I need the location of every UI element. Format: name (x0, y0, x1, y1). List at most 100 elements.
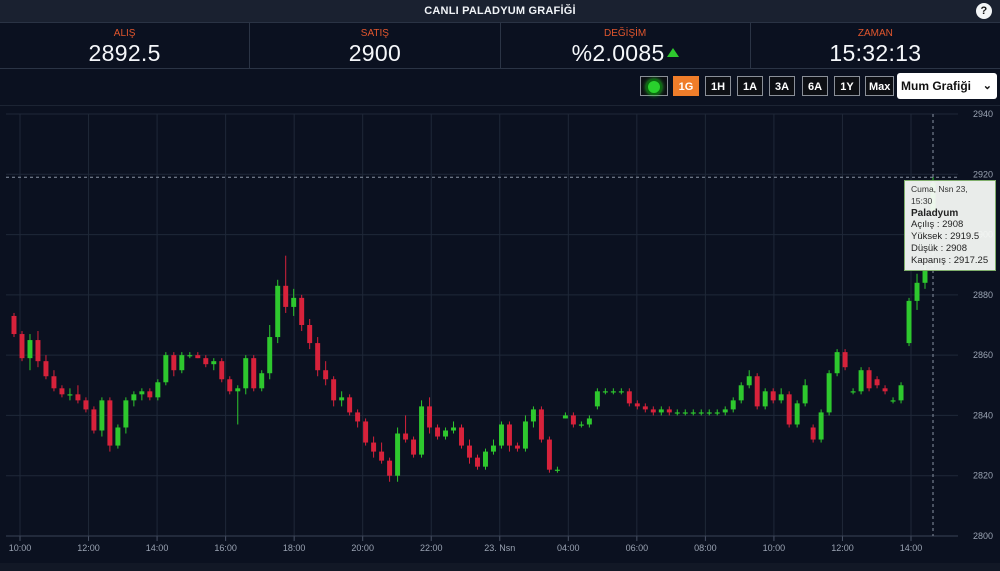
candle-body (443, 430, 449, 437)
candle-body (714, 412, 720, 414)
candle-body (538, 409, 544, 440)
candle-body (203, 358, 209, 365)
candle-body (227, 379, 233, 392)
candle-body (906, 300, 912, 344)
x-tick-label: 18:00 (283, 543, 306, 553)
candle-body (459, 427, 464, 446)
stat-ask-value: 2900 (348, 40, 402, 66)
candle-body (554, 469, 560, 471)
candle-body (323, 370, 329, 380)
candle-body (666, 409, 672, 413)
range-button-3a[interactable]: 3A (769, 76, 795, 96)
candle-body (762, 391, 768, 407)
candle-body (211, 361, 217, 365)
stat-bid-label: ALIŞ (113, 28, 136, 39)
candle-body (299, 297, 305, 325)
candle-body (91, 409, 97, 431)
candle-body (75, 394, 81, 401)
chevron-down-icon: ⌄ (982, 80, 992, 92)
candle-body (291, 297, 297, 307)
x-tick-label: 23. Nsn (484, 543, 515, 553)
candle-body (522, 421, 528, 449)
tooltip-date: Cuma, Nsn 23, 15:30 (911, 184, 968, 206)
candle-body (387, 460, 393, 476)
x-tick-label: 12:00 (831, 543, 854, 553)
candle-body (19, 334, 25, 359)
candle-body (650, 409, 656, 413)
candle-body (67, 394, 73, 396)
candle-body (467, 445, 472, 458)
live-button[interactable] (640, 76, 668, 96)
candle-body (267, 337, 273, 374)
candlestick-chart[interactable]: 28002820284028602880290029202940 10:0012… (0, 106, 1000, 563)
title-bar: CANLI PALADYUM GRAFİĞİ ? (0, 0, 1000, 23)
y-tick-label: 2800 (973, 531, 993, 541)
candle-body (922, 270, 928, 283)
candle-body (379, 451, 385, 461)
candle-body (451, 427, 456, 431)
candle-body (243, 358, 249, 389)
stat-change-label: DEĞİŞİM (604, 28, 647, 39)
candle-body (642, 406, 648, 410)
candle-body (27, 340, 33, 359)
candle-body (530, 409, 536, 422)
candle-body (730, 400, 736, 410)
range-button-1h[interactable]: 1H (705, 76, 731, 96)
candle-body (155, 382, 161, 398)
chart-tooltip: Cuma, Nsn 23, 15:30 Paladyum Açılış : 29… (904, 180, 996, 271)
candle-body (115, 427, 121, 446)
candle-body (514, 445, 520, 449)
candle-body (347, 397, 353, 413)
bottom-tabs-strip (0, 563, 1000, 571)
candle-body (722, 409, 728, 413)
candle-body (427, 406, 433, 428)
stat-bid-value: 2892.5 (88, 40, 161, 66)
candle-body (610, 391, 616, 393)
candle-body (315, 343, 321, 371)
candle-body (850, 391, 856, 393)
range-button-1g[interactable]: 1G (673, 76, 699, 96)
candle-body (698, 412, 704, 414)
candle-body (59, 388, 65, 395)
x-tick-label: 08:00 (694, 543, 717, 553)
x-tick-label: 10:00 (9, 543, 32, 553)
candle-body (858, 370, 864, 392)
range-button-1y[interactable]: 1Y (834, 76, 860, 96)
tooltip-series-name: Paladyum (911, 207, 959, 219)
y-tick-label: 2940 (973, 109, 993, 119)
page-title: CANLI PALADYUM GRAFİĞİ (424, 5, 576, 17)
candle-body (498, 424, 504, 446)
stat-time-label: ZAMAN (857, 28, 893, 39)
y-tick-label: 2820 (973, 471, 993, 481)
range-button-1a[interactable]: 1A (737, 76, 763, 96)
stat-bid: ALIŞ 2892.5 (0, 23, 251, 68)
candle-body (403, 433, 409, 440)
crosshair (6, 114, 958, 536)
candle-body (179, 355, 185, 371)
stat-ask: SATIŞ 2900 (250, 23, 501, 68)
candle-body (802, 385, 808, 404)
candle-body (618, 391, 624, 393)
candle-body (898, 385, 904, 401)
candle-body (746, 376, 752, 386)
candle-body (283, 285, 289, 307)
y-tick-label: 2860 (973, 350, 993, 360)
candle-body (602, 391, 608, 393)
candle-body (842, 352, 848, 368)
candle-body (890, 400, 896, 402)
chart-type-select[interactable]: Mum Grafiği ⌄ (897, 73, 997, 99)
candle-body (187, 355, 193, 357)
candle-body (99, 400, 105, 431)
candle-body (475, 457, 480, 467)
candle-body (706, 412, 712, 414)
range-button-6a[interactable]: 6A (802, 76, 828, 96)
chart-candles (11, 175, 936, 482)
candle-body (163, 355, 169, 383)
candle-body (866, 370, 872, 389)
range-button-max[interactable]: Max (865, 76, 895, 96)
candle-body (794, 403, 800, 425)
candle-body (834, 352, 840, 374)
candle-body (339, 397, 345, 401)
question-icon[interactable]: ? (976, 3, 992, 19)
tooltip-close: Kapanış : 2917.25 (911, 254, 989, 266)
